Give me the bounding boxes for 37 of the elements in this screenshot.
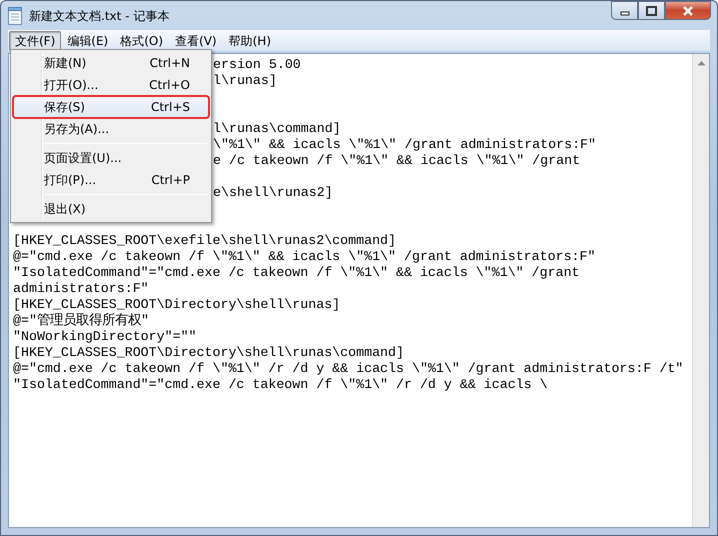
close-button[interactable] [665, 1, 711, 20]
menu-item[interactable]: 退出(X) [13, 198, 209, 220]
text-line: \"%1\" && icacls \"%1\" /grant administrators:F" [213, 137, 596, 152]
text-line: "IsolatedCommand"="cmd.exe /c takeown /f \"%1\" && icacls \"%1\" /grant [13, 265, 580, 280]
notepad-icon [7, 6, 23, 24]
menu-bar-item[interactable]: 格式(O) [114, 30, 170, 50]
menu-item[interactable]: 打开(O)... Ctrl+O [13, 74, 209, 96]
text-line: e /c takeown /f \"%1\" && icacls \"%1\" /grant [213, 153, 580, 168]
menu-bar-item[interactable]: 文件(F) [9, 30, 62, 50]
window-title: 新建文本文档.txt - 记事本 [29, 8, 170, 24]
text-line: @="管理员取得所有权" [13, 313, 149, 328]
menu-item[interactable]: 页面设置(U)... [13, 147, 209, 169]
text-line: "NoWorkingDirectory"="" [13, 329, 197, 344]
text-line: [HKEY_CLASSES_ROOT\Directory\shell\runas\command] [13, 345, 404, 360]
text-line: l\runas\command] [213, 121, 341, 136]
maximize-button[interactable] [638, 1, 665, 20]
menu-bar-item[interactable]: 查看(V) [169, 30, 223, 50]
text-line: e\shell\runas2] [213, 185, 333, 200]
menu-item[interactable]: 另存为(A)... [13, 118, 209, 140]
text-line: "IsolatedCommand"="cmd.exe /c takeown /f \"%1\" /r /d y && icacls \ [13, 377, 548, 392]
maximize-icon [646, 6, 657, 16]
vertical-scrollbar[interactable] [692, 54, 709, 527]
menu-item[interactable]: 新建(N) Ctrl+N [13, 52, 209, 74]
menu-item[interactable]: 保存(S) Ctrl+S [13, 96, 209, 118]
menu-bar-item[interactable]: 帮助(H) [222, 30, 277, 50]
text-line: [HKEY_CLASSES_ROOT\Directory\shell\runas] [13, 297, 340, 312]
close-icon [682, 6, 694, 16]
minimize-button[interactable] [611, 1, 638, 20]
text-line: @="cmd.exe /c takeown /f \"%1\" && icacls \"%1\" /grant administrators:F" [13, 249, 596, 264]
text-line: @="cmd.exe /c takeown /f \"%1\" /r /d y && icacls \"%1\" /grant administrators:F /t" [13, 361, 684, 376]
text-line: ersion 5.00 [213, 57, 301, 72]
text-line: l\runas] [213, 73, 277, 88]
menu-bar-item[interactable]: 编辑(E) [61, 30, 114, 50]
menu-item[interactable]: 打印(P)... Ctrl+P [13, 169, 209, 191]
text-line: [HKEY_CLASSES_ROOT\exefile\shell\runas2\command] [13, 233, 396, 248]
text-line: administrators:F" [13, 281, 149, 296]
scroll-up-icon[interactable] [696, 60, 706, 66]
